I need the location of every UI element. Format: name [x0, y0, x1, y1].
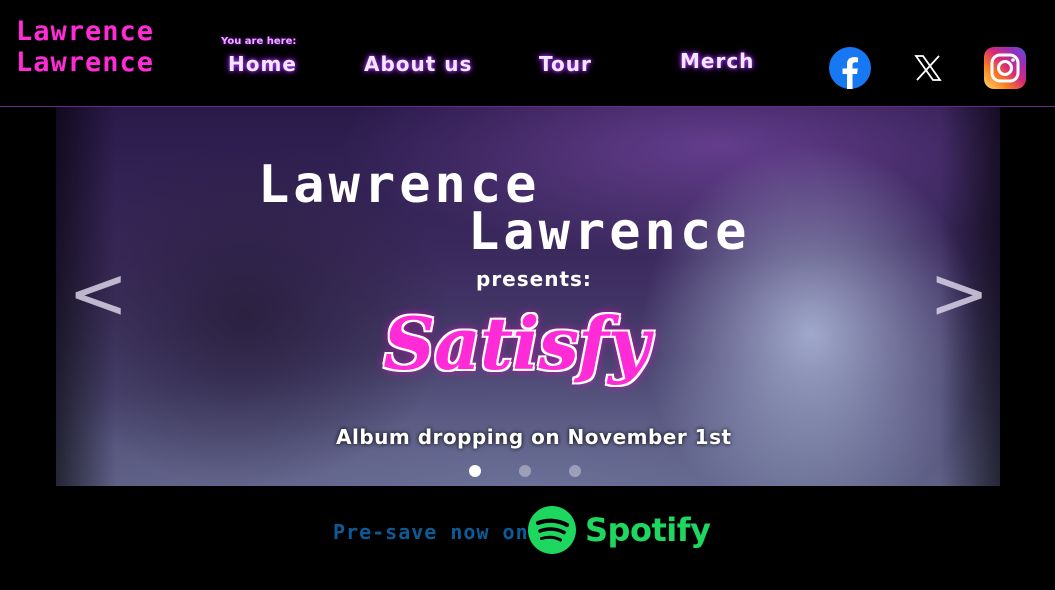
brand-line-2: Lawrence	[16, 47, 155, 78]
hero-slideshow: Lawrence Lawrence presents: Satisfy Albu…	[56, 107, 1000, 486]
presave-text: Pre-save now on	[333, 520, 529, 544]
brand-logo[interactable]: Lawrence Lawrence	[16, 16, 154, 78]
chevron-right-icon[interactable]: >	[929, 257, 989, 329]
spotify-button[interactable]: Spotify	[527, 505, 711, 555]
chevron-left-icon[interactable]: <	[68, 257, 128, 329]
hero-title-line-2: Lawrence	[468, 202, 751, 262]
spotify-icon	[528, 506, 576, 554]
site-header: Lawrence Lawrence You are here: Home Abo…	[0, 0, 1055, 107]
nav-home[interactable]: Home	[228, 52, 297, 76]
nav-merch[interactable]: Merch	[680, 49, 754, 73]
slide-dot-1[interactable]	[469, 465, 481, 477]
instagram-icon[interactable]	[984, 47, 1026, 89]
slide-dot-3[interactable]	[569, 465, 581, 477]
slide-dot-2[interactable]	[519, 465, 531, 477]
nav-tour[interactable]: Tour	[539, 52, 592, 76]
album-title: Satisfy	[383, 301, 650, 386]
nav-about-us[interactable]: About us	[364, 52, 472, 76]
release-text: Album dropping on November 1st	[336, 425, 732, 449]
hero-presents: presents:	[476, 267, 592, 291]
facebook-icon[interactable]	[829, 47, 871, 89]
you-are-here-label: You are here:	[221, 36, 297, 47]
x-icon[interactable]	[907, 47, 949, 89]
brand-line-1: Lawrence	[16, 16, 155, 47]
spotify-wordmark: Spotify	[585, 511, 711, 549]
